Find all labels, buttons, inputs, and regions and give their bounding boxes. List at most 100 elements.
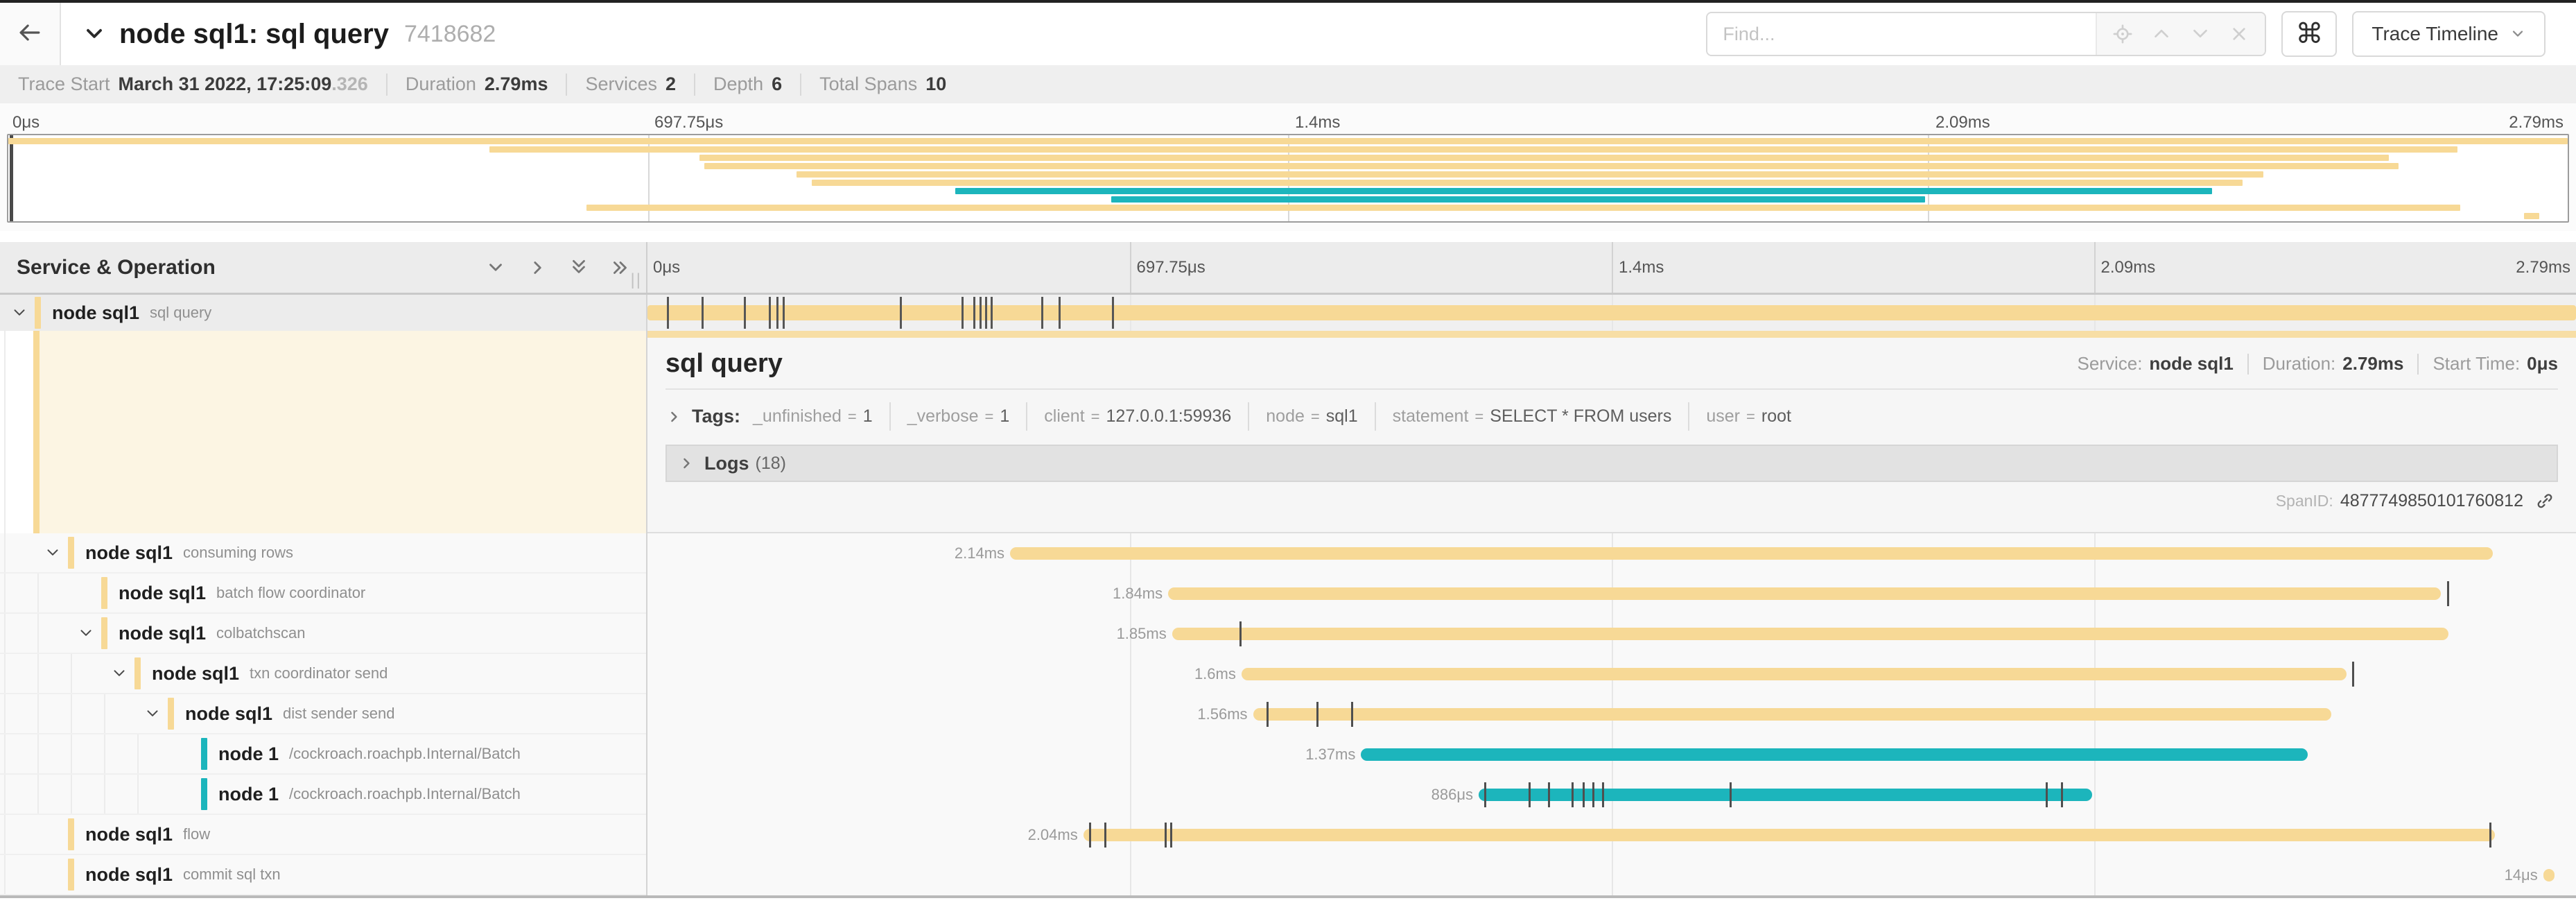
span-bar[interactable]	[647, 305, 2576, 320]
span-timeline-cell[interactable]: 14μs	[646, 855, 2576, 895]
span-name-cell[interactable]: node sql1flow	[0, 815, 646, 855]
tag-value: 1	[1000, 406, 1009, 427]
double-chevron-right-icon[interactable]	[610, 257, 631, 278]
span-name-cell[interactable]: node sql1dist sender send	[0, 694, 646, 734]
span-duration-label: 886μs	[1431, 786, 1479, 804]
log-marker	[1316, 702, 1319, 727]
total-spans-value: 10	[925, 74, 946, 95]
span-row[interactable]: node sql1consuming rows2.14ms	[0, 533, 2576, 574]
span-row[interactable]: node sql1commit sql txn14μs	[0, 855, 2576, 895]
chevron-up-icon[interactable]	[2144, 17, 2179, 51]
span-bar[interactable]	[1242, 668, 2347, 680]
tag-equals: =	[1091, 408, 1100, 426]
minimap-span-bar	[704, 163, 2399, 169]
log-marker	[1104, 823, 1106, 848]
span-timeline-cell[interactable]: 2.04ms	[646, 815, 2576, 855]
span-timeline-cell[interactable]: 1.37ms	[646, 734, 2576, 775]
span-bar[interactable]	[1084, 829, 2495, 841]
crosshair-icon[interactable]	[2105, 17, 2140, 51]
span-timeline-cell[interactable]: 1.84ms	[646, 574, 2576, 614]
chevron-down-icon[interactable]	[2183, 17, 2218, 51]
back-button[interactable]	[0, 3, 61, 65]
log-marker	[1351, 702, 1353, 727]
clear-icon[interactable]	[2222, 17, 2256, 51]
trace-timeline-dropdown[interactable]: Trace Timeline	[2352, 11, 2545, 57]
span-bar[interactable]	[1361, 748, 2308, 761]
span-timeline-cell[interactable]: 1.85ms	[646, 614, 2576, 654]
span-row[interactable]: node sql1sql query	[0, 295, 2576, 331]
tag-item: user=root	[1688, 402, 1808, 431]
minimap-drag-handle[interactable]	[10, 135, 13, 221]
divider	[665, 388, 2558, 390]
span-bar[interactable]	[1253, 708, 2331, 721]
span-name-cell[interactable]: node 1/cockroach.roachpb.Internal/Batch	[0, 775, 646, 815]
span-detail-header: sql query Service: node sql1 Duration: 2…	[665, 349, 2558, 379]
span-row[interactable]: node sql1dist sender send1.56ms	[0, 694, 2576, 734]
span-name-cell[interactable]: node sql1colbatchscan	[0, 614, 646, 654]
minimap-ruler: 0μs697.75μs1.4ms2.09ms2.79ms	[7, 108, 2569, 134]
log-marker	[980, 297, 982, 329]
timeline-gridline	[2094, 855, 2096, 895]
chevron-down-icon[interactable]	[485, 257, 506, 278]
ruler-tick-label: 697.75μs	[1137, 258, 1206, 277]
log-marker	[769, 297, 771, 329]
span-row[interactable]: node sql1txn coordinator send1.6ms	[0, 654, 2576, 694]
span-color-accent	[101, 577, 107, 609]
span-name-cell[interactable]: node 1/cockroach.roachpb.Internal/Batch	[0, 734, 646, 775]
indent-guide	[104, 694, 137, 733]
span-row[interactable]: node sql1colbatchscan1.85ms	[0, 614, 2576, 654]
chevron-down-icon[interactable]	[82, 22, 107, 46]
span-bar[interactable]	[1010, 547, 2493, 560]
find-input[interactable]	[1707, 13, 2096, 55]
divider	[566, 74, 567, 96]
span-name-cell[interactable]: node sql1txn coordinator send	[0, 654, 646, 694]
span-timeline-cell[interactable]: 1.6ms	[646, 654, 2576, 694]
span-timeline-cell[interactable]: 1.56ms	[646, 694, 2576, 734]
span-row[interactable]: node 1/cockroach.roachpb.Internal/Batch 8…	[0, 775, 2576, 815]
span-row[interactable]: node sql1 batch flow coordinator 1.84ms	[0, 574, 2576, 614]
span-operation: /cockroach.roachpb.Internal/Batch	[289, 745, 521, 763]
span-name-cell[interactable]: node sql1 batch flow coordinator	[0, 574, 646, 614]
indent-guide	[4, 694, 37, 733]
span-accent-strip	[647, 331, 2576, 338]
chevron-down-icon[interactable]	[137, 694, 168, 733]
ruler-tick-label: 2.79ms	[2516, 258, 2570, 277]
column-resize-grip[interactable]: ||	[631, 270, 642, 290]
span-row[interactable]: node 1/cockroach.roachpb.Internal/Batch1…	[0, 734, 2576, 775]
minimap-canvas[interactable]	[7, 134, 2569, 223]
span-row[interactable]: node sql1flow 2.04ms	[0, 815, 2576, 855]
keyboard-shortcuts-button[interactable]: ⌘	[2281, 11, 2337, 57]
service-operation-header: Service & Operation ||	[0, 242, 646, 293]
span-bar[interactable]	[2543, 869, 2555, 882]
span-timeline-cell[interactable]: 886μs	[646, 775, 2576, 815]
span-service: node sql1	[119, 583, 206, 604]
link-icon[interactable]	[2534, 490, 2555, 511]
span-color-accent	[68, 859, 74, 891]
tag-equals: =	[985, 408, 994, 426]
double-chevron-down-icon[interactable]	[568, 257, 589, 278]
span-operation: batch flow coordinator	[216, 584, 365, 602]
chevron-right-icon[interactable]	[527, 257, 548, 278]
span-service: node 1	[218, 743, 279, 765]
chevron-down-icon[interactable]	[71, 614, 101, 653]
span-timeline-cell[interactable]	[646, 295, 2576, 331]
span-name-cell[interactable]: node sql1consuming rows	[0, 533, 646, 574]
span-name-cell[interactable]: node sql1commit sql txn	[0, 855, 646, 895]
logs-label: Logs	[704, 453, 749, 474]
tag-item: node=sql1	[1248, 402, 1374, 431]
span-timeline-cell[interactable]: 2.14ms	[646, 533, 2576, 574]
ruler-gridline	[1612, 242, 1613, 293]
span-name-cell[interactable]: node sql1sql query	[0, 295, 646, 331]
chevron-down-icon[interactable]	[4, 295, 35, 331]
span-bar[interactable]	[1172, 628, 2449, 640]
chevron-down-icon[interactable]	[37, 533, 68, 572]
find-box	[1706, 12, 2266, 56]
span-duration-label: 2.04ms	[1028, 826, 1084, 844]
logs-row[interactable]: Logs (18)	[665, 445, 2558, 482]
tags-row[interactable]: Tags: _unfinished=1_verbose=1client=127.…	[665, 402, 2558, 431]
service-operation-title: Service & Operation	[17, 256, 216, 280]
collapse-controls	[485, 257, 631, 278]
chevron-down-icon	[2509, 26, 2526, 42]
span-bar[interactable]	[1168, 587, 2441, 600]
chevron-down-icon[interactable]	[104, 654, 134, 693]
